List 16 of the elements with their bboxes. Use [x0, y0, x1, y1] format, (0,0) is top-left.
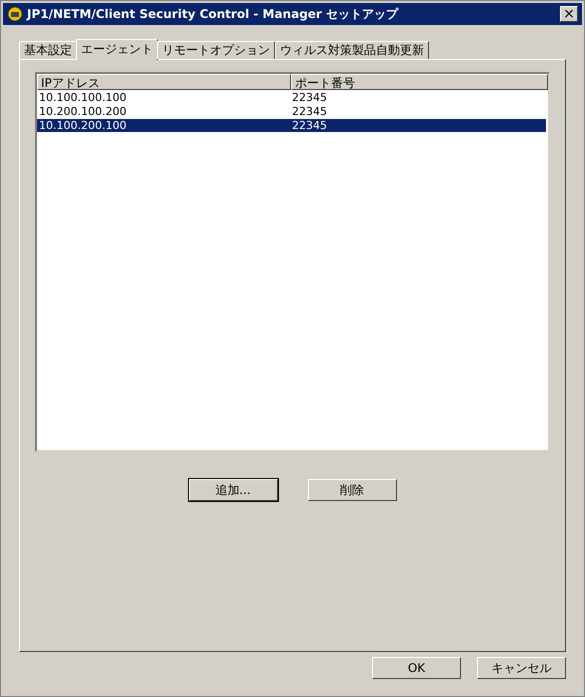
column-header[interactable]: IPアドレス — [37, 74, 291, 90]
tab[interactable]: ウィルス対策製品自動更新 — [275, 41, 429, 59]
app-icon — [7, 6, 23, 22]
list-row[interactable]: 10.100.200.100 22345 — [37, 119, 546, 132]
dialog-button[interactable]: キャンセル — [477, 657, 566, 679]
list-row[interactable]: 10.200.100.200 22345 — [37, 105, 546, 118]
column-header[interactable]: ポート番号 — [291, 74, 548, 90]
tab[interactable]: リモートオプション — [157, 41, 275, 59]
tab[interactable]: エージェント — [76, 39, 158, 60]
window-title: JP1/NETM/Client Security Control - Manager セットアップ — [27, 6, 400, 22]
list-row[interactable]: 10.100.100.100 22345 — [37, 91, 546, 104]
close-button[interactable]: × — [560, 6, 578, 22]
tab[interactable]: 基本設定 — [19, 41, 77, 59]
dialog-button[interactable]: OK — [372, 657, 461, 679]
panel-button[interactable]: 削除 — [308, 479, 396, 501]
panel-button[interactable]: 追加... — [188, 479, 278, 501]
